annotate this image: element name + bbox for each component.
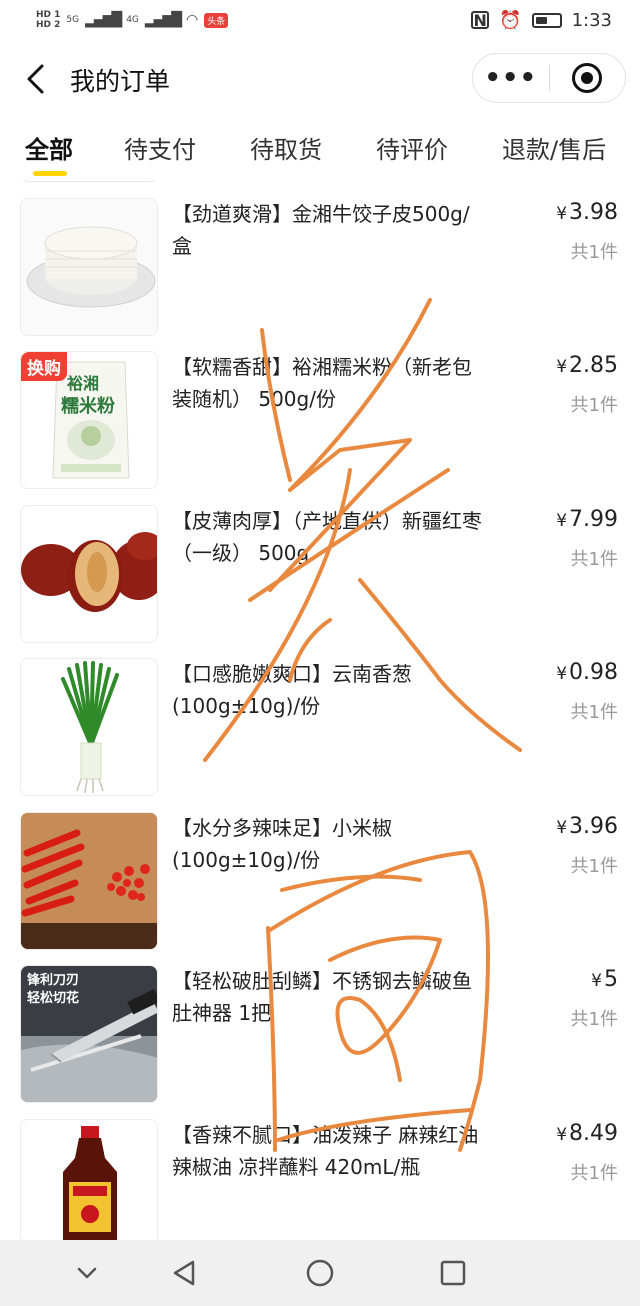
product-image-rice-flour[interactable]: 换购 裕湘 糯米粉 (20, 351, 158, 489)
clock: 1:33 (571, 9, 612, 31)
item-price: ¥3.96 (556, 814, 618, 839)
item-price: ¥5 (591, 967, 618, 992)
product-image-red-dates[interactable] (20, 505, 158, 643)
order-item[interactable]: 【劲道爽滑】金湘牛饺子皮500g/盒 ¥3.98 共1件 (0, 198, 640, 338)
product-image-chili-peppers[interactable] (20, 812, 158, 950)
status-bar: HD 1 HD 2 5G ▂▄▆█ 4G ▂▄▆█ ◠ 头条 N ⏰ 1:33 (0, 0, 640, 40)
product-image-fish-scaler[interactable]: 锋利刀刃 轻松切花 (20, 965, 158, 1103)
order-item[interactable]: 【口感脆嫩爽口】云南香葱(100g±10g)/份 ¥0.98 共1件 (0, 658, 640, 798)
order-item[interactable]: 【皮薄肉厚】（产地直供）新疆红枣（一级） 500g ¥7.99 共1件 (0, 505, 640, 645)
previous-item-edge (20, 180, 158, 182)
item-price: ¥7.99 (556, 507, 618, 532)
system-recents-button[interactable] (438, 1258, 468, 1288)
product-image-dumpling-wrappers[interactable] (20, 198, 158, 336)
exchange-badge: 换购 (21, 352, 67, 381)
square-recents-icon (440, 1260, 466, 1286)
item-title: 【劲道爽滑】金湘牛饺子皮500g/盒 (172, 202, 470, 258)
circle-home-icon (306, 1259, 334, 1287)
system-navigation-bar (0, 1240, 640, 1306)
item-quantity: 共1件 (570, 549, 618, 570)
package-label: 糯米粉 (61, 396, 115, 417)
status-right: N ⏰ 1:33 (471, 10, 612, 31)
package-brand: 裕湘 (67, 374, 100, 393)
item-price: ¥3.98 (556, 200, 618, 225)
status-left: HD 1 HD 2 5G ▂▄▆█ 4G ▂▄▆█ ◠ 头条 (36, 10, 229, 30)
item-title: 【轻松破肚刮鳞】不锈钢去鳞破鱼肚神器 1把 (172, 969, 472, 1025)
close-button[interactable] (550, 54, 626, 102)
system-back-button[interactable] (170, 1258, 200, 1288)
product-image-chili-oil[interactable] (20, 1119, 158, 1240)
chevron-down-icon (77, 1267, 97, 1279)
target-icon (572, 63, 603, 93)
signal-bars-icon: ▂▄▆█ (144, 12, 182, 28)
order-tabs: 全部 待支付 待取货 待评价 退款/售后 (0, 118, 640, 180)
hd1-indicator: HD 1 (36, 10, 61, 20)
item-price: ¥2.85 (556, 353, 618, 378)
item-title: 【软糯香甜】裕湘糯米粉（新老包装随机） 500g/份 (172, 355, 472, 411)
signal2-label: 4G (126, 15, 139, 25)
item-quantity: 共1件 (570, 856, 618, 877)
item-quantity: 共1件 (570, 395, 618, 416)
signal1-label: 5G (66, 15, 80, 25)
item-title: 【水分多辣味足】小米椒(100g±10g)/份 (172, 816, 392, 872)
active-tab-indicator (33, 171, 67, 176)
order-item[interactable]: 换购 裕湘 糯米粉 【软糯香甜】裕湘糯米粉（新老包装随机） 500g/份 ¥2.… (0, 351, 640, 491)
triangle-back-icon (173, 1260, 195, 1286)
item-price: ¥0.98 (556, 660, 618, 685)
tab-refund-aftersale[interactable]: 退款/售后 (502, 130, 606, 165)
mini-program-capsule: ••• (472, 53, 626, 103)
hide-keyboard-button[interactable] (72, 1258, 102, 1288)
back-arrow-icon[interactable] (22, 62, 52, 96)
nfc-icon: N (471, 11, 490, 30)
toutiao-badge: 头条 (204, 12, 229, 28)
product-image-green-onions[interactable] (20, 658, 158, 796)
nav-bar: 我的订单 ••• (0, 40, 640, 118)
item-price: ¥8.49 (556, 1121, 618, 1146)
order-item[interactable]: 【水分多辣味足】小米椒(100g±10g)/份 ¥3.96 共1件 (0, 812, 640, 952)
item-title: 【皮薄肉厚】（产地直供）新疆红枣（一级） 500g (172, 509, 482, 565)
item-title: 【香辣不腻口】油泼辣子 麻辣红油辣椒油 凉拌蘸料 420mL/瓶 (172, 1123, 479, 1179)
order-item-list: 【劲道爽滑】金湘牛饺子皮500g/盒 ¥3.98 共1件 换购 裕湘 糯米粉 【… (0, 180, 640, 1240)
item-quantity: 共1件 (570, 1009, 618, 1030)
item-quantity: 共1件 (570, 242, 618, 263)
image-caption: 锋利刀刃 轻松切花 (27, 973, 80, 1006)
tab-pending-review[interactable]: 待评价 (376, 130, 448, 165)
order-item[interactable]: 【香辣不腻口】油泼辣子 麻辣红油辣椒油 凉拌蘸料 420mL/瓶 ¥8.49 共… (0, 1119, 640, 1240)
battery-icon (531, 12, 562, 28)
wifi-icon: ◠ (185, 12, 199, 28)
tab-pending-pickup[interactable]: 待取货 (250, 130, 322, 165)
hd2-indicator: HD 2 (36, 20, 61, 30)
item-title: 【口感脆嫩爽口】云南香葱(100g±10g)/份 (172, 662, 412, 718)
alarm-icon: ⏰ (499, 9, 522, 31)
item-quantity: 共1件 (570, 702, 618, 723)
more-button[interactable]: ••• (473, 54, 549, 102)
tab-pending-payment[interactable]: 待支付 (124, 130, 196, 165)
signal-bars-icon: ▂▄▆█ (85, 12, 122, 28)
order-item[interactable]: 锋利刀刃 轻松切花 【轻松破肚刮鳞】不锈钢去鳞破鱼肚神器 1把 ¥5 共1件 (0, 965, 640, 1105)
item-quantity: 共1件 (570, 1163, 618, 1184)
tab-all[interactable]: 全部 (25, 130, 73, 165)
system-home-button[interactable] (305, 1258, 335, 1288)
page-title: 我的订单 (70, 67, 171, 96)
